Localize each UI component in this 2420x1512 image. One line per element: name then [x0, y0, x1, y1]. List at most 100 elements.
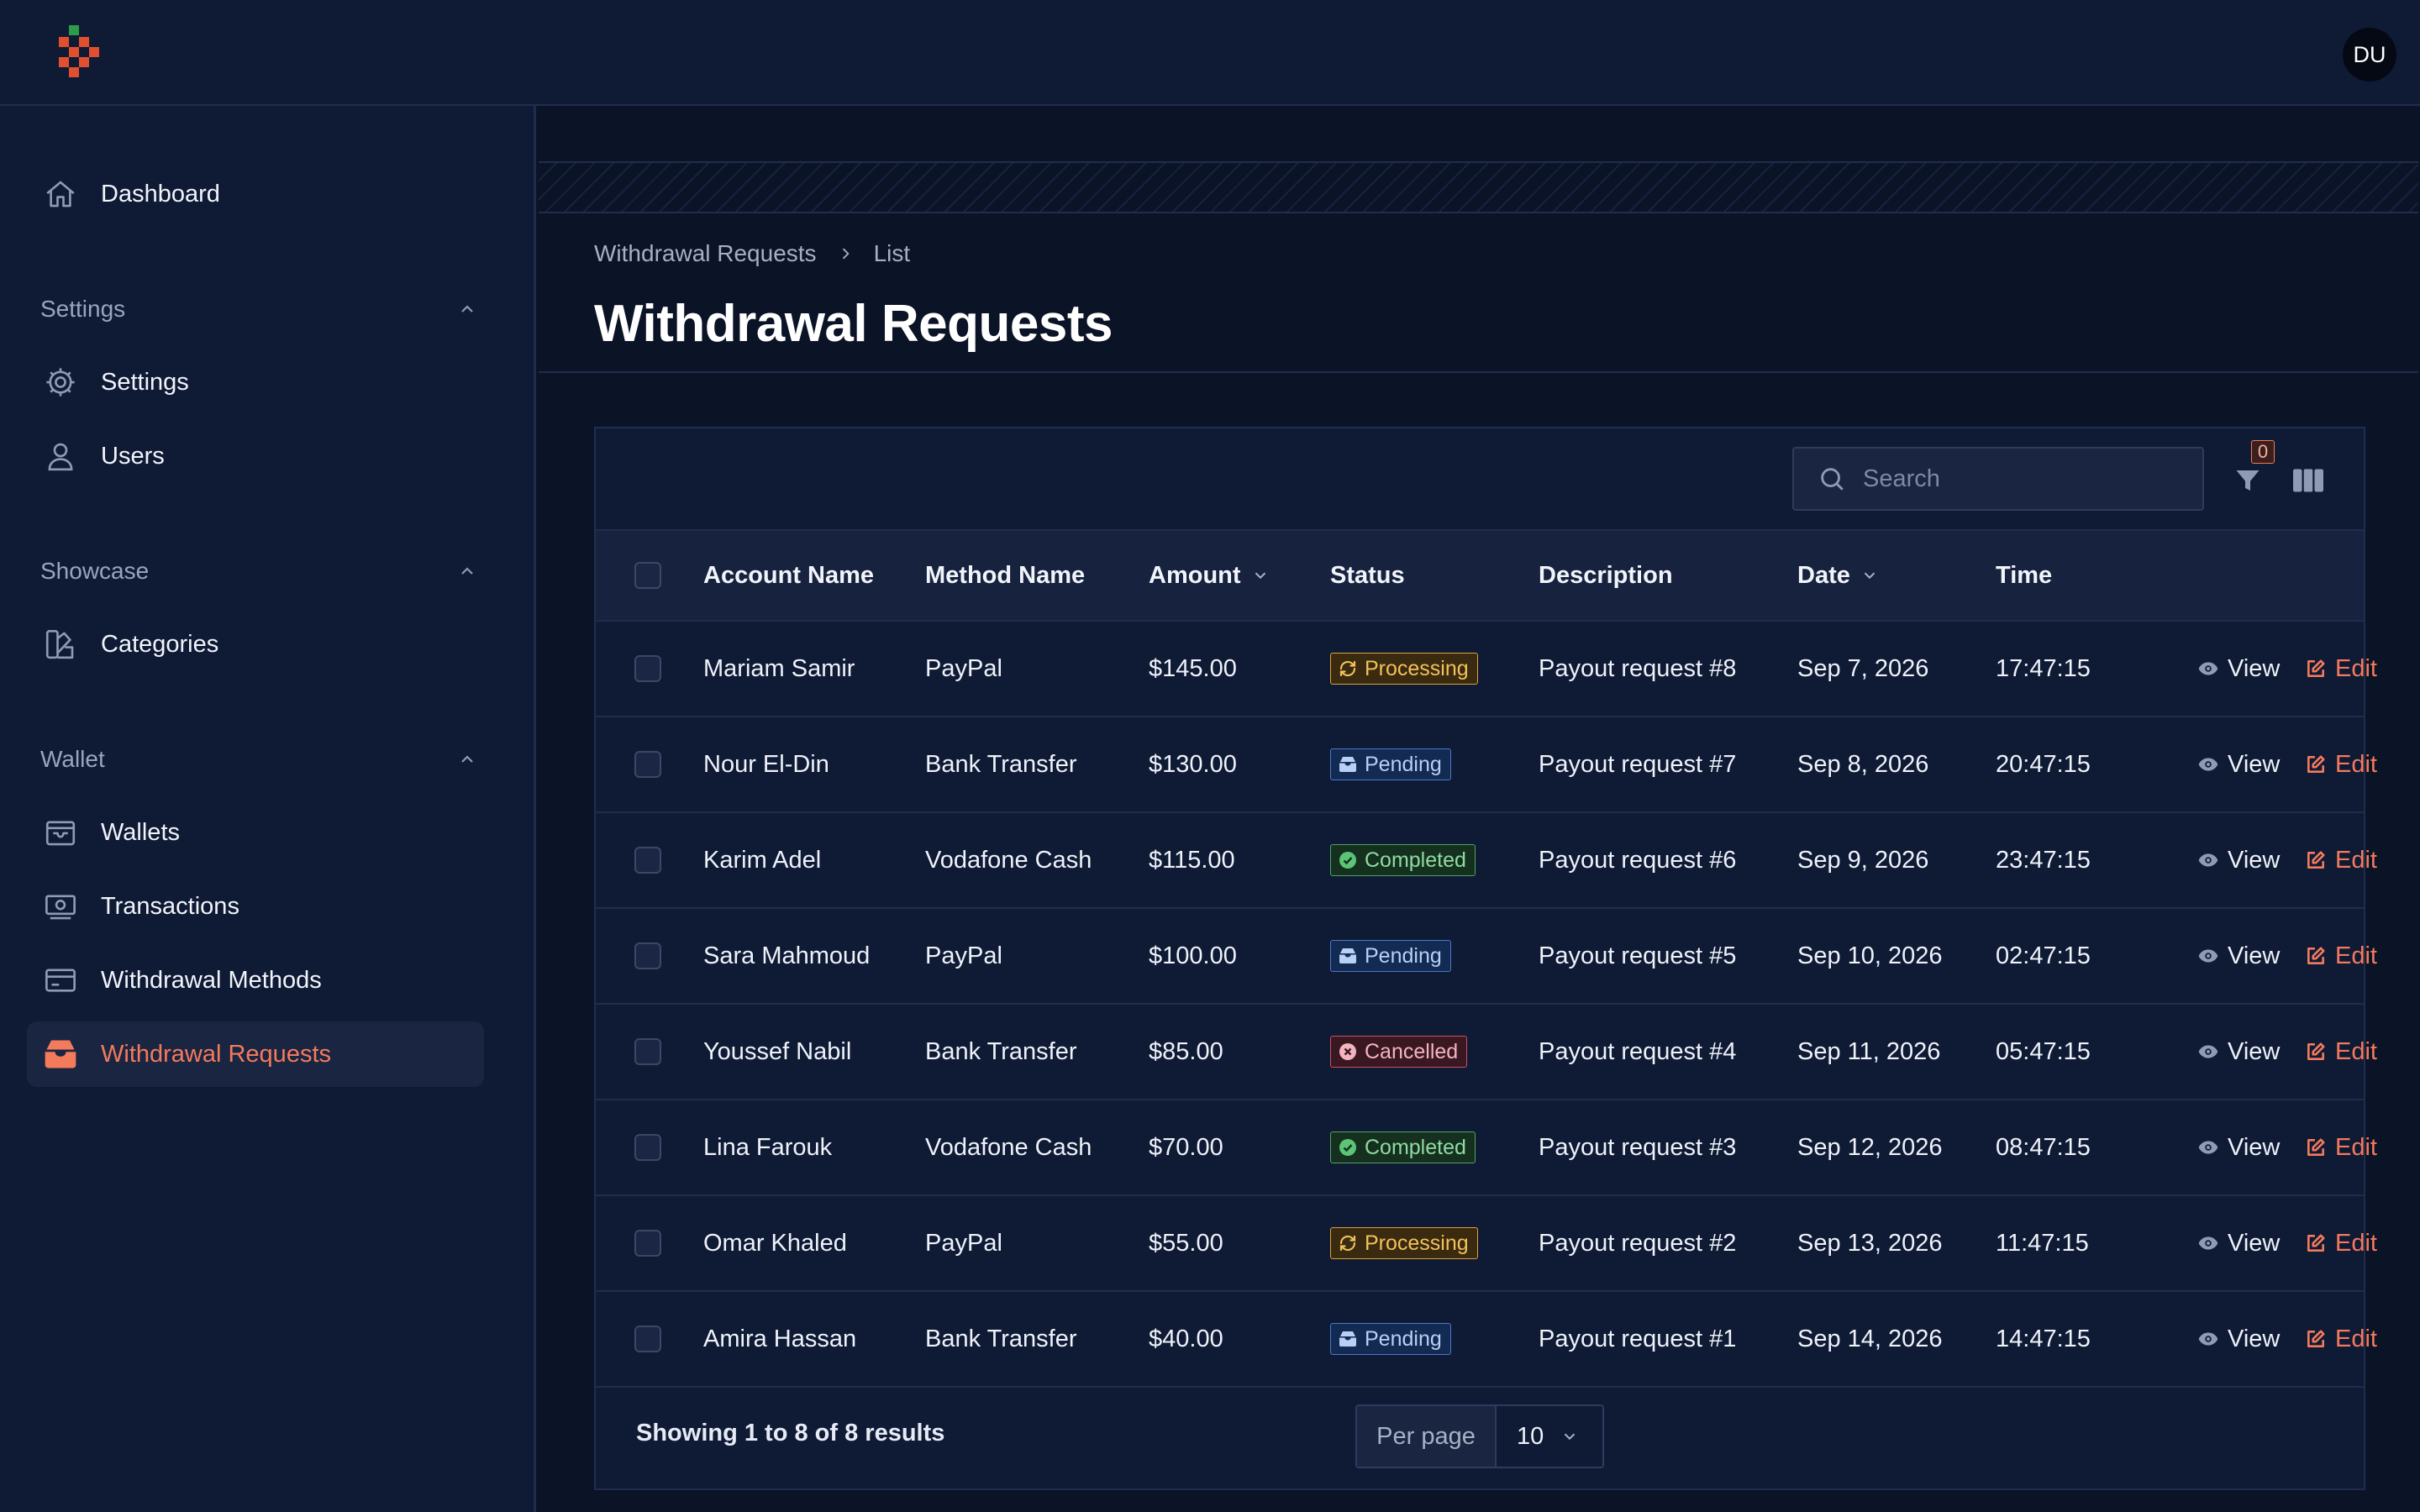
view-action[interactable]: View [2197, 813, 2280, 907]
view-action[interactable]: View [2197, 717, 2280, 811]
eye-icon [2197, 945, 2219, 967]
status-badge: Completed [1330, 844, 1476, 876]
view-action[interactable]: View [2197, 1292, 2280, 1386]
sidebar-item-users[interactable]: Users [27, 423, 484, 489]
status-badge: Processing [1330, 1227, 1478, 1259]
row-checkbox[interactable] [634, 1038, 661, 1065]
status-cell: Pending [1330, 717, 1451, 811]
column-header-amount[interactable]: Amount [1149, 531, 1270, 620]
breadcrumb-link[interactable]: Withdrawal Requests [594, 240, 817, 267]
per-page-select[interactable]: Per page 10 [1355, 1404, 1604, 1468]
view-action[interactable]: View [2197, 1196, 2280, 1290]
date-cell: Sep 12, 2026 [1797, 1133, 1943, 1161]
edit-action[interactable]: Edit [2305, 622, 2377, 716]
view-label: View [2228, 1037, 2281, 1065]
user-icon [42, 438, 79, 475]
status-badge: Cancelled [1330, 1036, 1468, 1068]
edit-label: Edit [2335, 1133, 2377, 1161]
table-row[interactable]: Karim Adel Vodafone Cash $115.00 Payout req… [596, 813, 2377, 909]
row-checkbox[interactable] [634, 1230, 661, 1257]
table-row[interactable]: Amira Hassan Bank Transfer $40.00 Payout re… [596, 1292, 2377, 1388]
user-avatar[interactable]: DU [2343, 28, 2396, 81]
table-row[interactable]: Nour El-Din Bank Transfer $130.00 Payout re… [596, 717, 2377, 813]
view-action[interactable]: View [2197, 622, 2280, 716]
row-checkbox[interactable] [634, 847, 661, 874]
sidebar-item-label: Wallets [101, 818, 180, 846]
filter-button[interactable] [2231, 462, 2265, 499]
select-all-checkbox[interactable] [634, 562, 661, 589]
row-checkbox[interactable] [634, 655, 661, 682]
search-input[interactable] [1861, 464, 2184, 494]
cash-icon [42, 888, 79, 925]
description-cell: Payout request #3 [1539, 1133, 1737, 1161]
sidebar-item-settings[interactable]: Settings [27, 349, 484, 415]
brand-logo[interactable] [55, 25, 106, 84]
group-label: Wallet [40, 746, 105, 772]
edit-action[interactable]: Edit [2305, 813, 2377, 907]
method-name-cell: Bank Transfer [925, 750, 1077, 778]
sidebar-group-showcase[interactable]: Showcase [40, 553, 477, 590]
status-label: Processing [1365, 656, 1469, 680]
edit-action[interactable]: Edit [2305, 1292, 2377, 1386]
account-name-cell: Nour El-Din [703, 750, 829, 778]
funnel-icon [2236, 470, 2260, 491]
table-row[interactable]: Youssef Nabil Bank Transfer $85.00 Payout r… [596, 1005, 2377, 1100]
decorative-stripe [539, 161, 2418, 213]
sidebar-item-label: Transactions [101, 892, 239, 920]
method-name-cell: PayPal [925, 1229, 1002, 1257]
top-bar: DU [0, 0, 2420, 106]
edit-action[interactable]: Edit [2305, 1196, 2377, 1290]
sidebar-item-label: Dashboard [101, 180, 220, 207]
view-label: View [2228, 1133, 2281, 1161]
sidebar-item-withdrawal-methods[interactable]: Withdrawal Methods [27, 948, 484, 1013]
pencil-square-icon [2305, 1041, 2327, 1063]
row-checkbox[interactable] [634, 1326, 661, 1352]
view-action[interactable]: View [2197, 1005, 2280, 1099]
column-header-date[interactable]: Date [1797, 531, 1879, 620]
sidebar-item-categories[interactable]: Categories [27, 612, 484, 677]
sidebar-group-wallet[interactable]: Wallet [40, 741, 477, 778]
table-row[interactable]: Lina Farouk Vodafone Cash $70.00 Payout req… [596, 1100, 2377, 1196]
sidebar-item-transactions[interactable]: Transactions [27, 874, 484, 939]
column-header-method-name: Method Name [925, 531, 1085, 620]
table-row[interactable]: Sara Mahmoud PayPal $100.00 Payout request … [596, 909, 2377, 1005]
edit-action[interactable]: Edit [2305, 909, 2377, 1003]
status-label: Pending [1365, 752, 1442, 776]
edit-action[interactable]: Edit [2305, 1100, 2377, 1194]
view-action[interactable]: View [2197, 1100, 2280, 1194]
status-cell: Processing [1330, 1196, 1478, 1290]
table-row[interactable]: Mariam Samir PayPal $145.00 Payout request … [596, 622, 2377, 717]
edit-action[interactable]: Edit [2305, 1005, 2377, 1099]
pagination-summary: Showing 1 to 8 of 8 results [636, 1420, 945, 1446]
sidebar-group-settings[interactable]: Settings [40, 291, 477, 328]
account-name-cell: Sara Mahmoud [703, 942, 871, 969]
chevron-down-icon [1860, 566, 1879, 585]
amount-cell: $70.00 [1149, 1133, 1223, 1161]
method-name-cell: PayPal [925, 942, 1002, 969]
sidebar-item-withdrawal-requests[interactable]: Withdrawal Requests [27, 1021, 484, 1087]
description-cell: Payout request #1 [1539, 1325, 1737, 1352]
sidebar-item-wallets[interactable]: Wallets [27, 800, 484, 865]
table-footer: Showing 1 to 8 of 8 results Per page 10 [596, 1386, 2364, 1490]
edit-action[interactable]: Edit [2305, 717, 2377, 811]
row-checkbox[interactable] [634, 1134, 661, 1161]
row-checkbox[interactable] [634, 751, 661, 778]
sidebar-item-label: Settings [101, 368, 189, 396]
breadcrumb-current: List [873, 240, 911, 266]
status-cell: Completed [1330, 1100, 1476, 1194]
sidebar-item-dashboard[interactable]: Dashboard [27, 161, 484, 227]
row-checkbox[interactable] [634, 942, 661, 969]
per-page-value[interactable]: 10 [1497, 1406, 1602, 1467]
view-label: View [2228, 1229, 2281, 1257]
description-cell: Payout request #6 [1539, 846, 1737, 874]
status-badge: Pending [1330, 1323, 1451, 1355]
status-label: Completed [1365, 1135, 1466, 1159]
pencil-square-icon [2305, 849, 2327, 871]
check-circle-icon [1338, 850, 1358, 870]
table-row[interactable]: Omar Khaled PayPal $55.00 Payout request #2… [596, 1196, 2377, 1292]
columns-icon [2293, 469, 2323, 492]
view-label: View [2228, 750, 2281, 778]
column-toggle-button[interactable] [2290, 462, 2327, 499]
status-cell: Completed [1330, 813, 1476, 907]
view-action[interactable]: View [2197, 909, 2280, 1003]
